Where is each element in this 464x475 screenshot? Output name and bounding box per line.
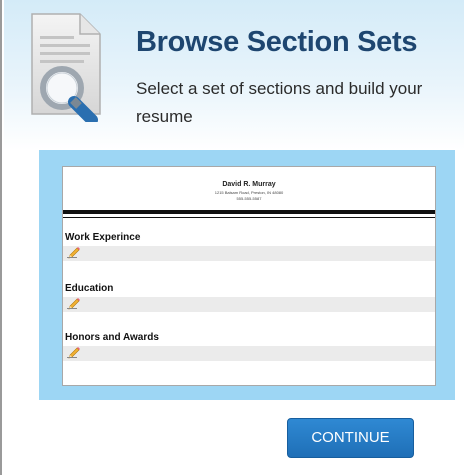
divider xyxy=(63,217,435,218)
section-placeholder-line xyxy=(67,257,77,258)
document-search-icon xyxy=(31,13,101,122)
continue-button[interactable]: CONTINUE xyxy=(287,418,414,458)
section-placeholder-line xyxy=(67,357,77,358)
section-label: Education xyxy=(65,283,114,294)
section-set-preview[interactable]: David R. Murray 1215 Balsam Road, Presto… xyxy=(39,150,455,400)
page-title: Browse Section Sets xyxy=(136,26,418,58)
section-label: Honors and Awards xyxy=(65,332,159,343)
section-placeholder xyxy=(63,246,435,261)
section-label: Work Experince xyxy=(65,232,141,243)
page-subtitle: Select a set of sections and build your … xyxy=(136,79,423,126)
resume-address: 1215 Balsam Road, Preston, IN 48080 xyxy=(214,190,284,195)
browse-section-sets-panel: Browse Section Sets Select a set of sect… xyxy=(0,0,464,475)
resume-phone: 555-555-5587 xyxy=(236,196,262,201)
resume-name: David R. Murray xyxy=(222,181,276,188)
section-placeholder xyxy=(63,297,435,312)
section-placeholder-line xyxy=(67,308,77,309)
divider xyxy=(63,210,435,214)
panel-header: Browse Section Sets Select a set of sect… xyxy=(4,0,464,150)
resume-preview-sheet: David R. Murray 1215 Balsam Road, Presto… xyxy=(62,166,436,386)
section-placeholder xyxy=(63,346,435,361)
